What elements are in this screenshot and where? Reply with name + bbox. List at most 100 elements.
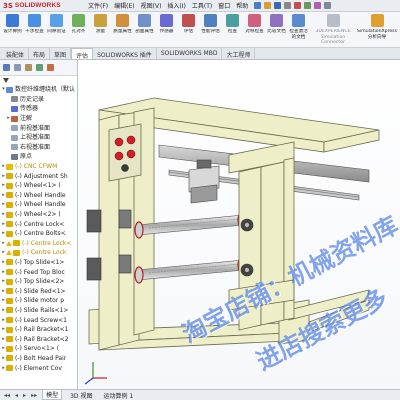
property-manager-icon[interactable]: [14, 64, 21, 71]
tree-item-label: (-) Servo<1> (: [15, 345, 60, 353]
tree-filter[interactable]: [0, 76, 77, 85]
menu-item-tools[interactable]: 工具(T): [192, 1, 212, 10]
command-tab[interactable]: 草图: [50, 48, 72, 59]
menu-item-window[interactable]: 窗口: [218, 1, 230, 10]
last-tab-arrow-icon[interactable]: ▸▸: [31, 392, 37, 399]
dim-expert-icon[interactable]: [36, 64, 43, 71]
solidworks-logo[interactable]: 3S SOLIDWORKS: [0, 2, 78, 10]
tree-item[interactable]: ▸ (-) Slide motor p: [1, 296, 77, 306]
tool-icon: [28, 14, 41, 27]
part-icon: [6, 365, 13, 372]
bottom-tab[interactable]: 运动算例 1: [100, 391, 136, 400]
bottom-tab-bar: ◂◂ ◂ ▸ ▸▸ 模型 3D 视图 运动算例 1: [0, 389, 400, 400]
next-tab-arrow-icon[interactable]: ▸: [23, 392, 26, 399]
tree-item[interactable]: ▸ (-) Servo<1> (: [1, 344, 77, 354]
ribbon-button[interactable]: 测量: [90, 14, 111, 35]
tree-item[interactable]: ▸ (-) Centre Bolts<: [1, 229, 77, 239]
menu-item-file[interactable]: 文件(F): [88, 1, 108, 10]
new-icon[interactable]: [254, 2, 262, 9]
bottom-tab[interactable]: 模型: [42, 390, 63, 400]
tree-item[interactable]: 原点: [1, 152, 77, 162]
ribbon-button[interactable]: 质量属性: [112, 14, 133, 35]
first-tab-arrow-icon[interactable]: ◂◂: [4, 392, 10, 399]
ribbon-button[interactable]: 评估: [178, 14, 199, 35]
display-manager-icon[interactable]: [47, 64, 54, 71]
tree-item[interactable]: ▸ (-) Wheel<2> (: [1, 210, 77, 220]
command-tab[interactable]: SOLIDWORKS 插件: [93, 48, 157, 59]
select-icon[interactable]: [304, 2, 312, 9]
ribbon-button[interactable]: 干涉检查: [24, 14, 45, 35]
tree-item[interactable]: ▸ (-) Wheel<1> (: [1, 181, 77, 191]
tree-item[interactable]: ▸ (-) Centre Lock: [1, 248, 77, 258]
tree-item-label: (-) Top Slide<1>: [15, 258, 65, 266]
tree-item[interactable]: 右视基准面: [1, 143, 77, 153]
config-manager-icon[interactable]: [25, 64, 32, 71]
tree-item[interactable]: ▸ (-) Element Cov: [1, 363, 77, 373]
command-tab[interactable]: 布局: [29, 48, 51, 59]
tree-item[interactable]: ▸ (-) Adjustment Sh: [1, 171, 77, 181]
ribbon-button[interactable]: 间隙验证: [46, 14, 67, 35]
tree-item[interactable]: ▸ (-) Top Slide<1>: [1, 258, 77, 268]
tree-item[interactable]: ▸ (-) Rail Bracket<2: [1, 334, 77, 344]
tree-item[interactable]: 上视基准面: [1, 133, 77, 143]
command-tab[interactable]: 大工程师: [222, 48, 256, 59]
tree-item[interactable]: 前视基准面: [1, 123, 77, 133]
menu-item-insert[interactable]: 插入(I): [167, 1, 185, 10]
ribbon-button[interactable]: 性能评估: [200, 14, 221, 35]
ribbon-button[interactable]: 检查: [222, 14, 243, 35]
tree-root[interactable]: ▾ 数控纤维缠绕机（默认: [1, 85, 77, 95]
tree-item-label: (-) Wheel Handle: [15, 201, 66, 209]
tree-item-label: (-) Slide Rails<1>: [15, 306, 69, 314]
tool-icon: [270, 14, 283, 27]
ds-logo-icon: 3S: [3, 1, 13, 10]
print-icon[interactable]: [284, 2, 292, 9]
bottom-tab[interactable]: 3D 视图: [67, 391, 95, 400]
menu-item-edit[interactable]: 编辑(E): [114, 1, 134, 10]
tool-icon: [50, 14, 63, 27]
menu-item-view[interactable]: 视图(V): [141, 1, 162, 10]
tree-item[interactable]: ▸ (-) Slide Rails<1>: [1, 306, 77, 316]
tree-item[interactable]: 历史记录: [1, 95, 77, 105]
warning-icon: [6, 240, 12, 246]
ribbon-button[interactable]: 对称检查: [244, 14, 265, 35]
open-icon[interactable]: [264, 2, 272, 9]
graphics-area[interactable]: 淘宝店铺：机械资料库 进店搜索更多: [79, 60, 400, 389]
ribbon-button[interactable]: 剖面属性: [134, 14, 155, 35]
tree-item[interactable]: ▸ (-) Centre Lock<: [1, 219, 77, 229]
prev-tab-arrow-icon[interactable]: ◂: [15, 392, 18, 399]
tree-item[interactable]: ▸ (-) Rail Bracket<1: [1, 325, 77, 335]
filter-icon[interactable]: [3, 78, 9, 83]
ribbon-button[interactable]: 传感器: [156, 14, 177, 35]
tree-item[interactable]: ▸ (-) Lead Screw<1: [1, 315, 77, 325]
simulationxpress-button[interactable]: SimulationXpress 分析向导: [357, 14, 397, 40]
save-icon[interactable]: [274, 2, 282, 9]
tree-item-label: (-) Bolt Head Pair: [15, 354, 67, 362]
ribbon-button[interactable]: 检查激活的文档: [288, 14, 309, 40]
tree-item[interactable]: 传感器: [1, 104, 77, 114]
tree-item-label: (-) Rail Bracket<1: [15, 326, 69, 334]
undo-icon[interactable]: [294, 2, 302, 9]
feature-tree-icon[interactable]: [3, 64, 10, 71]
command-tab[interactable]: 装配体: [2, 48, 30, 59]
tree-item[interactable]: ▸ 注解: [1, 114, 77, 124]
tree-item[interactable]: ▸ (-) Bolt Head Pair: [1, 354, 77, 364]
tree-item-label: (-) CNC CFWM: [15, 163, 58, 171]
options-icon[interactable]: [324, 2, 332, 9]
coordinate-triad-icon: [84, 362, 107, 385]
ribbon-button[interactable]: 比较文档: [266, 14, 287, 35]
tree-item[interactable]: ▸ (-) Wheel Handle: [1, 191, 77, 201]
tree-item[interactable]: ▸ (-) Wheel Handle: [1, 200, 77, 210]
part-icon: [6, 326, 13, 333]
command-tab[interactable]: 评估: [71, 48, 94, 60]
tree-item[interactable]: ▸ (-) Centre Lock<: [1, 239, 77, 249]
ribbon-button[interactable]: 设计算例: [2, 14, 23, 35]
ribbon-button[interactable]: 孔对齐: [68, 14, 89, 35]
rebuild-icon[interactable]: [314, 2, 322, 9]
simulation-connector-button[interactable]: 3DEXPERIENCE Simulation Connector: [310, 14, 356, 46]
tree-item[interactable]: ▸ (-) Feed Top Bloc: [1, 267, 77, 277]
tree-item[interactable]: ▸ (-) CNC CFWM: [1, 162, 77, 172]
tree-item[interactable]: ▸ (-) Top Slide<2>: [1, 277, 77, 287]
tree-item[interactable]: ▸ (-) Slide Red<1>: [1, 286, 77, 296]
menu-item-help[interactable]: 帮助: [236, 1, 248, 10]
command-tab[interactable]: SOLIDWORKS MBD: [157, 48, 223, 59]
